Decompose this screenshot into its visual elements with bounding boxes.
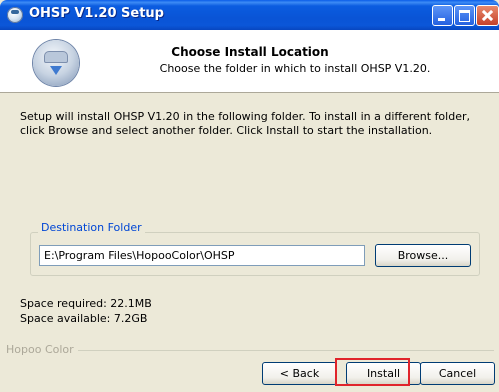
minimize-icon[interactable]: [432, 5, 453, 26]
space-required: Space required: 22.1MB: [20, 297, 152, 310]
page-subtitle: Choose the folder in which to install OH…: [159, 62, 431, 75]
close-icon[interactable]: [476, 5, 499, 26]
page-title: Choose Install Location: [171, 45, 329, 59]
destination-folder-label: Destination Folder: [38, 221, 145, 234]
setup-window: OHSP V1.20 Setup Choose Install Location…: [0, 0, 499, 392]
footer-divider: [50, 350, 494, 351]
app-icon: [7, 7, 23, 23]
installer-logo-icon: [33, 40, 79, 86]
space-available: Space available: 7.2GB: [20, 312, 148, 325]
install-highlight-box: [335, 358, 410, 386]
title-bar[interactable]: OHSP V1.20 Setup: [0, 0, 499, 30]
cancel-button[interactable]: Cancel: [420, 362, 495, 385]
brand-label: Hopoo Color: [6, 343, 78, 356]
browse-button[interactable]: Browse...: [375, 244, 471, 267]
back-button[interactable]: < Back: [262, 362, 337, 385]
destination-path-input[interactable]: [39, 245, 365, 266]
window-title: OHSP V1.20 Setup: [29, 6, 164, 21]
maximize-icon[interactable]: [454, 5, 475, 26]
install-description: Setup will install OHSP V1.20 in the fol…: [20, 110, 470, 137]
